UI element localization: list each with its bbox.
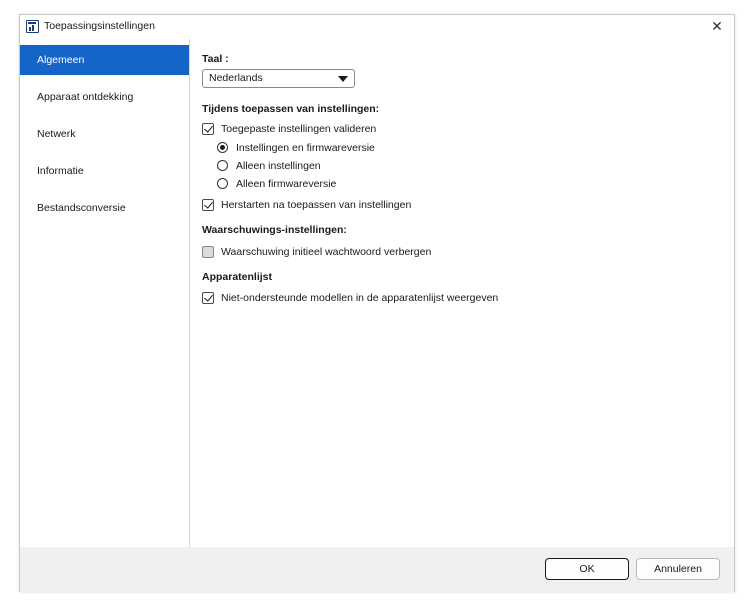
title-bar: Toepassingsinstellingen ✕ [20,15,734,39]
radio-button[interactable] [217,178,228,189]
radio-label: Alleen firmwareversie [236,178,337,190]
sidebar-item-bestandsconversie[interactable]: Bestandsconversie [20,193,189,223]
language-select[interactable]: Nederlands [202,69,355,88]
sidebar-item-netwerk[interactable]: Netwerk [20,119,189,149]
device-list-heading: Apparatenlijst [202,271,273,283]
sidebar: Algemeen Apparaat ontdekking Netwerk Inf… [20,39,190,547]
sidebar-item-informatie[interactable]: Informatie [20,156,189,186]
show-unsupported-checkbox[interactable] [202,292,214,304]
ok-button[interactable]: OK [545,558,629,580]
settings-dialog: Toepassingsinstellingen ✕ Algemeen Appar… [19,14,735,593]
hide-password-warning-checkbox[interactable] [202,246,214,258]
window-title: Toepassingsinstellingen [44,20,155,32]
dialog-footer: OK Annuleren [20,547,734,593]
sidebar-item-algemeen[interactable]: Algemeen [20,45,189,75]
show-unsupported-label: Niet-ondersteunde modellen in de apparat… [221,292,499,304]
language-label: Taal : [202,53,229,65]
radio-label: Instellingen en firmwareversie [236,142,375,154]
radio-button[interactable] [217,160,228,171]
general-settings-panel: Taal : Nederlands Tijdens toepassen van … [202,39,722,547]
app-icon [26,20,39,33]
hide-password-warning-label: Waarschuwing initieel wachtwoord verberg… [221,246,432,258]
radio-label: Alleen instellingen [236,160,321,172]
cancel-button[interactable]: Annuleren [636,558,720,580]
language-select-value: Nederlands [209,72,263,84]
restart-after-apply-checkbox[interactable] [202,199,214,211]
dropdown-arrow-icon [338,76,348,82]
sidebar-item-apparaat-ontdekking[interactable]: Apparaat ontdekking [20,82,189,112]
apply-settings-heading: Tijdens toepassen van instellingen: [202,103,380,115]
validate-settings-checkbox[interactable] [202,123,214,135]
validate-settings-label: Toegepaste instellingen valideren [221,123,377,135]
restart-after-apply-label: Herstarten na toepassen van instellingen [221,199,412,211]
radio-button-selected[interactable] [217,142,228,153]
warning-settings-heading: Waarschuwings-instellingen: [202,224,347,236]
close-icon[interactable]: ✕ [708,17,726,35]
